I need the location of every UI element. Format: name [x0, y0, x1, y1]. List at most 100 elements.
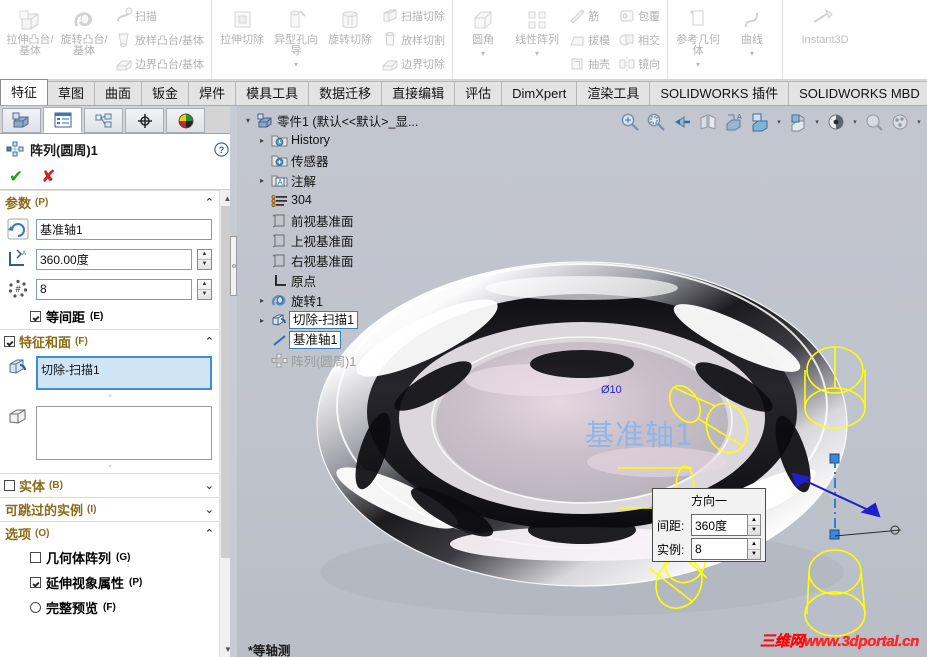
expander-icon[interactable]: ▸ — [255, 176, 269, 185]
ribbon-button-loft-cut[interactable]: 放样切割 — [377, 28, 449, 52]
bodies-selection-box[interactable] — [36, 406, 212, 460]
previous-view-icon[interactable] — [671, 111, 693, 133]
feature-manager-tree-tab[interactable] — [2, 108, 41, 133]
chevron-up-icon[interactable]: ⌃ — [205, 527, 214, 540]
ribbon-button-revolve-cut[interactable]: 旋转切除 — [323, 2, 377, 76]
ribbon-button-sweep-cut[interactable]: 扫描切除 — [377, 4, 449, 28]
features-selection-box[interactable]: 切除-扫描1 — [36, 356, 212, 390]
tab-evaluate[interactable]: 评估 — [454, 81, 503, 105]
ribbon-button-boundary-boss[interactable]: 边界凸台/基体 — [111, 52, 208, 76]
section-header-options[interactable]: 选项 (O) ⌃ — [0, 521, 220, 545]
ribbon-button-rib[interactable]: 筋 — [564, 4, 614, 28]
tab-features[interactable]: 特征 — [0, 79, 49, 105]
chevron-up-icon[interactable]: ⌃ — [205, 196, 214, 209]
edit-appearance-icon[interactable] — [825, 111, 847, 133]
tab-solidworks-addins[interactable]: SOLIDWORKS 插件 — [649, 81, 790, 105]
tree-node-annotations[interactable]: ▸ A 注解 — [241, 170, 471, 190]
ribbon-button-extrude-boss[interactable]: 拉伸凸台/基体 — [3, 2, 57, 76]
tree-node-cut-sweep1[interactable]: ▸ 切除-扫描1 — [241, 310, 471, 330]
edit-appearance-dropdown-caret[interactable]: ▾ — [851, 118, 859, 126]
expander-icon[interactable]: ▾ — [241, 116, 255, 125]
tree-node-origin[interactable]: 原点 — [241, 270, 471, 290]
tree-node-front-plane[interactable]: 前视基准面 — [241, 210, 471, 230]
angle-stepper[interactable]: ▲ ▼ — [197, 248, 212, 270]
geometry-pattern-option[interactable]: 几何体阵列 (G) — [0, 545, 220, 570]
tree-node-circular-pattern1[interactable]: 阵列(圆周)1 — [241, 350, 471, 370]
bodies-resize-handle[interactable]: ◦ — [0, 462, 220, 473]
tree-node-history[interactable]: ▸ History — [241, 130, 471, 150]
pattern-direction-callout[interactable]: 方向一 间距: 360度 ▲ ▼ 实例: 8 ▲ ▼ — [652, 488, 766, 562]
ribbon-button-fillet[interactable]: 圆角 ▾ — [456, 2, 510, 76]
zoom-to-area-icon[interactable] — [645, 111, 667, 133]
zoom-to-fit-icon[interactable] — [619, 111, 641, 133]
ribbon-button-instant3d[interactable]: Instant3D — [786, 2, 864, 46]
hole-wizard-dropdown-caret[interactable]: ▾ — [269, 59, 323, 70]
tree-node-root[interactable]: ▾ 零件1 (默认<<默认>_显... — [241, 110, 471, 130]
chevron-up-icon[interactable]: ⌃ — [205, 335, 214, 348]
tab-direct-editing[interactable]: 直接编辑 — [381, 81, 456, 105]
view-orientation-icon[interactable]: A — [723, 111, 745, 133]
expander-icon[interactable]: ▸ — [255, 136, 269, 145]
full-preview-radio[interactable] — [30, 602, 41, 613]
ribbon-button-sweep[interactable]: 扫描 — [111, 4, 208, 28]
chevron-down-icon[interactable]: ⌄ — [205, 503, 214, 516]
confirm-button[interactable]: ✔ — [9, 168, 23, 185]
tab-render-tools[interactable]: 渲染工具 — [576, 81, 651, 105]
tab-solidworks-mbd[interactable]: SOLIDWORKS MBD — [788, 81, 927, 105]
cancel-button[interactable]: ✘ — [41, 168, 55, 185]
property-manager-tab[interactable] — [43, 107, 82, 133]
tab-mold-tools[interactable]: 模具工具 — [235, 81, 310, 105]
equal-spacing-checkbox[interactable] — [30, 311, 41, 322]
instance-count-stepper[interactable]: ▲ ▼ — [197, 278, 212, 300]
fillet-dropdown-caret[interactable]: ▾ — [456, 48, 510, 59]
tree-node-revolve1[interactable]: ▸ 旋转1 — [241, 290, 471, 310]
tab-surfaces[interactable]: 曲面 — [94, 81, 143, 105]
callout-spacing-input[interactable]: 360度 — [691, 514, 747, 536]
section-header-features-faces[interactable]: 特征和面 (F) ⌃ — [0, 329, 220, 353]
view-settings-icon[interactable] — [889, 111, 911, 133]
hide-show-dropdown-caret[interactable]: ▾ — [813, 118, 821, 126]
ribbon-button-shell[interactable]: 抽壳 — [564, 52, 614, 76]
tree-node-material[interactable]: 304 — [241, 190, 471, 210]
ribbon-button-linear-pattern[interactable]: 线性阵列 ▾ — [510, 2, 564, 76]
dimxpert-manager-tab[interactable] — [125, 108, 164, 133]
callout-spacing-stepper[interactable]: ▲ ▼ — [747, 514, 761, 536]
ribbon-button-mirror[interactable]: 镜向 — [614, 52, 664, 76]
ribbon-button-hole-wizard[interactable]: 异型孔向导 ▾ — [269, 2, 323, 76]
display-style-icon[interactable] — [749, 111, 771, 133]
chevron-down-icon[interactable]: ⌄ — [205, 479, 214, 492]
ribbon-button-intersect[interactable]: 相交 — [614, 28, 664, 52]
expander-icon[interactable]: ▸ — [255, 296, 269, 305]
callout-instances-stepper[interactable]: ▲ ▼ — [747, 538, 761, 560]
display-style-dropdown-caret[interactable]: ▾ — [775, 118, 783, 126]
propagate-visual-props-option[interactable]: 延伸视象属性 (P) — [0, 570, 220, 595]
splitter-grip[interactable] — [230, 236, 237, 296]
configuration-manager-tab[interactable] — [84, 108, 123, 133]
features-faces-checkbox[interactable] — [4, 336, 15, 347]
expander-icon[interactable]: ▸ — [255, 316, 269, 325]
panel-splitter[interactable] — [230, 106, 237, 657]
tree-node-sensors[interactable]: 传感器 — [241, 150, 471, 170]
tab-weldments[interactable]: 焊件 — [188, 81, 237, 105]
ribbon-button-revolve-boss[interactable]: 旋转凸台/基体 — [57, 2, 111, 76]
angle-input[interactable]: 360.00度 — [36, 248, 192, 270]
apply-scene-icon[interactable] — [863, 111, 885, 133]
propagate-visual-props-checkbox[interactable] — [30, 577, 41, 588]
tab-sheetmetal[interactable]: 钣金 — [141, 81, 190, 105]
ribbon-button-draft[interactable]: 拔模 — [564, 28, 614, 52]
ribbon-button-loft-boss[interactable]: 放样凸台/基体 — [111, 28, 208, 52]
instance-count-input[interactable]: 8 — [36, 278, 192, 300]
tree-node-right-plane[interactable]: 右视基准面 — [241, 250, 471, 270]
tab-dimxpert[interactable]: DimXpert — [501, 81, 578, 105]
tree-node-axis1[interactable]: 基准轴1 — [241, 330, 471, 350]
graphics-viewport[interactable]: 基准轴1 Ø10 方向一 间距: 360度 ▲ ▼ 实例: 8 ▲ ▼ ▾ 零件… — [237, 106, 927, 657]
callout-instances-input[interactable]: 8 — [691, 538, 747, 560]
curves-dropdown-caret[interactable]: ▾ — [725, 48, 779, 59]
tab-sketch[interactable]: 草图 — [47, 81, 96, 105]
tree-node-top-plane[interactable]: 上视基准面 — [241, 230, 471, 250]
display-manager-tab[interactable] — [166, 108, 205, 133]
reference-geometry-dropdown-caret[interactable]: ▾ — [671, 59, 725, 70]
ribbon-button-reference-geometry[interactable]: 参考几何体 ▾ — [671, 2, 725, 76]
equal-spacing-option[interactable]: 等间距 (E) — [0, 304, 220, 329]
section-header-parameters[interactable]: 参数 (P) ⌃ — [0, 190, 220, 214]
